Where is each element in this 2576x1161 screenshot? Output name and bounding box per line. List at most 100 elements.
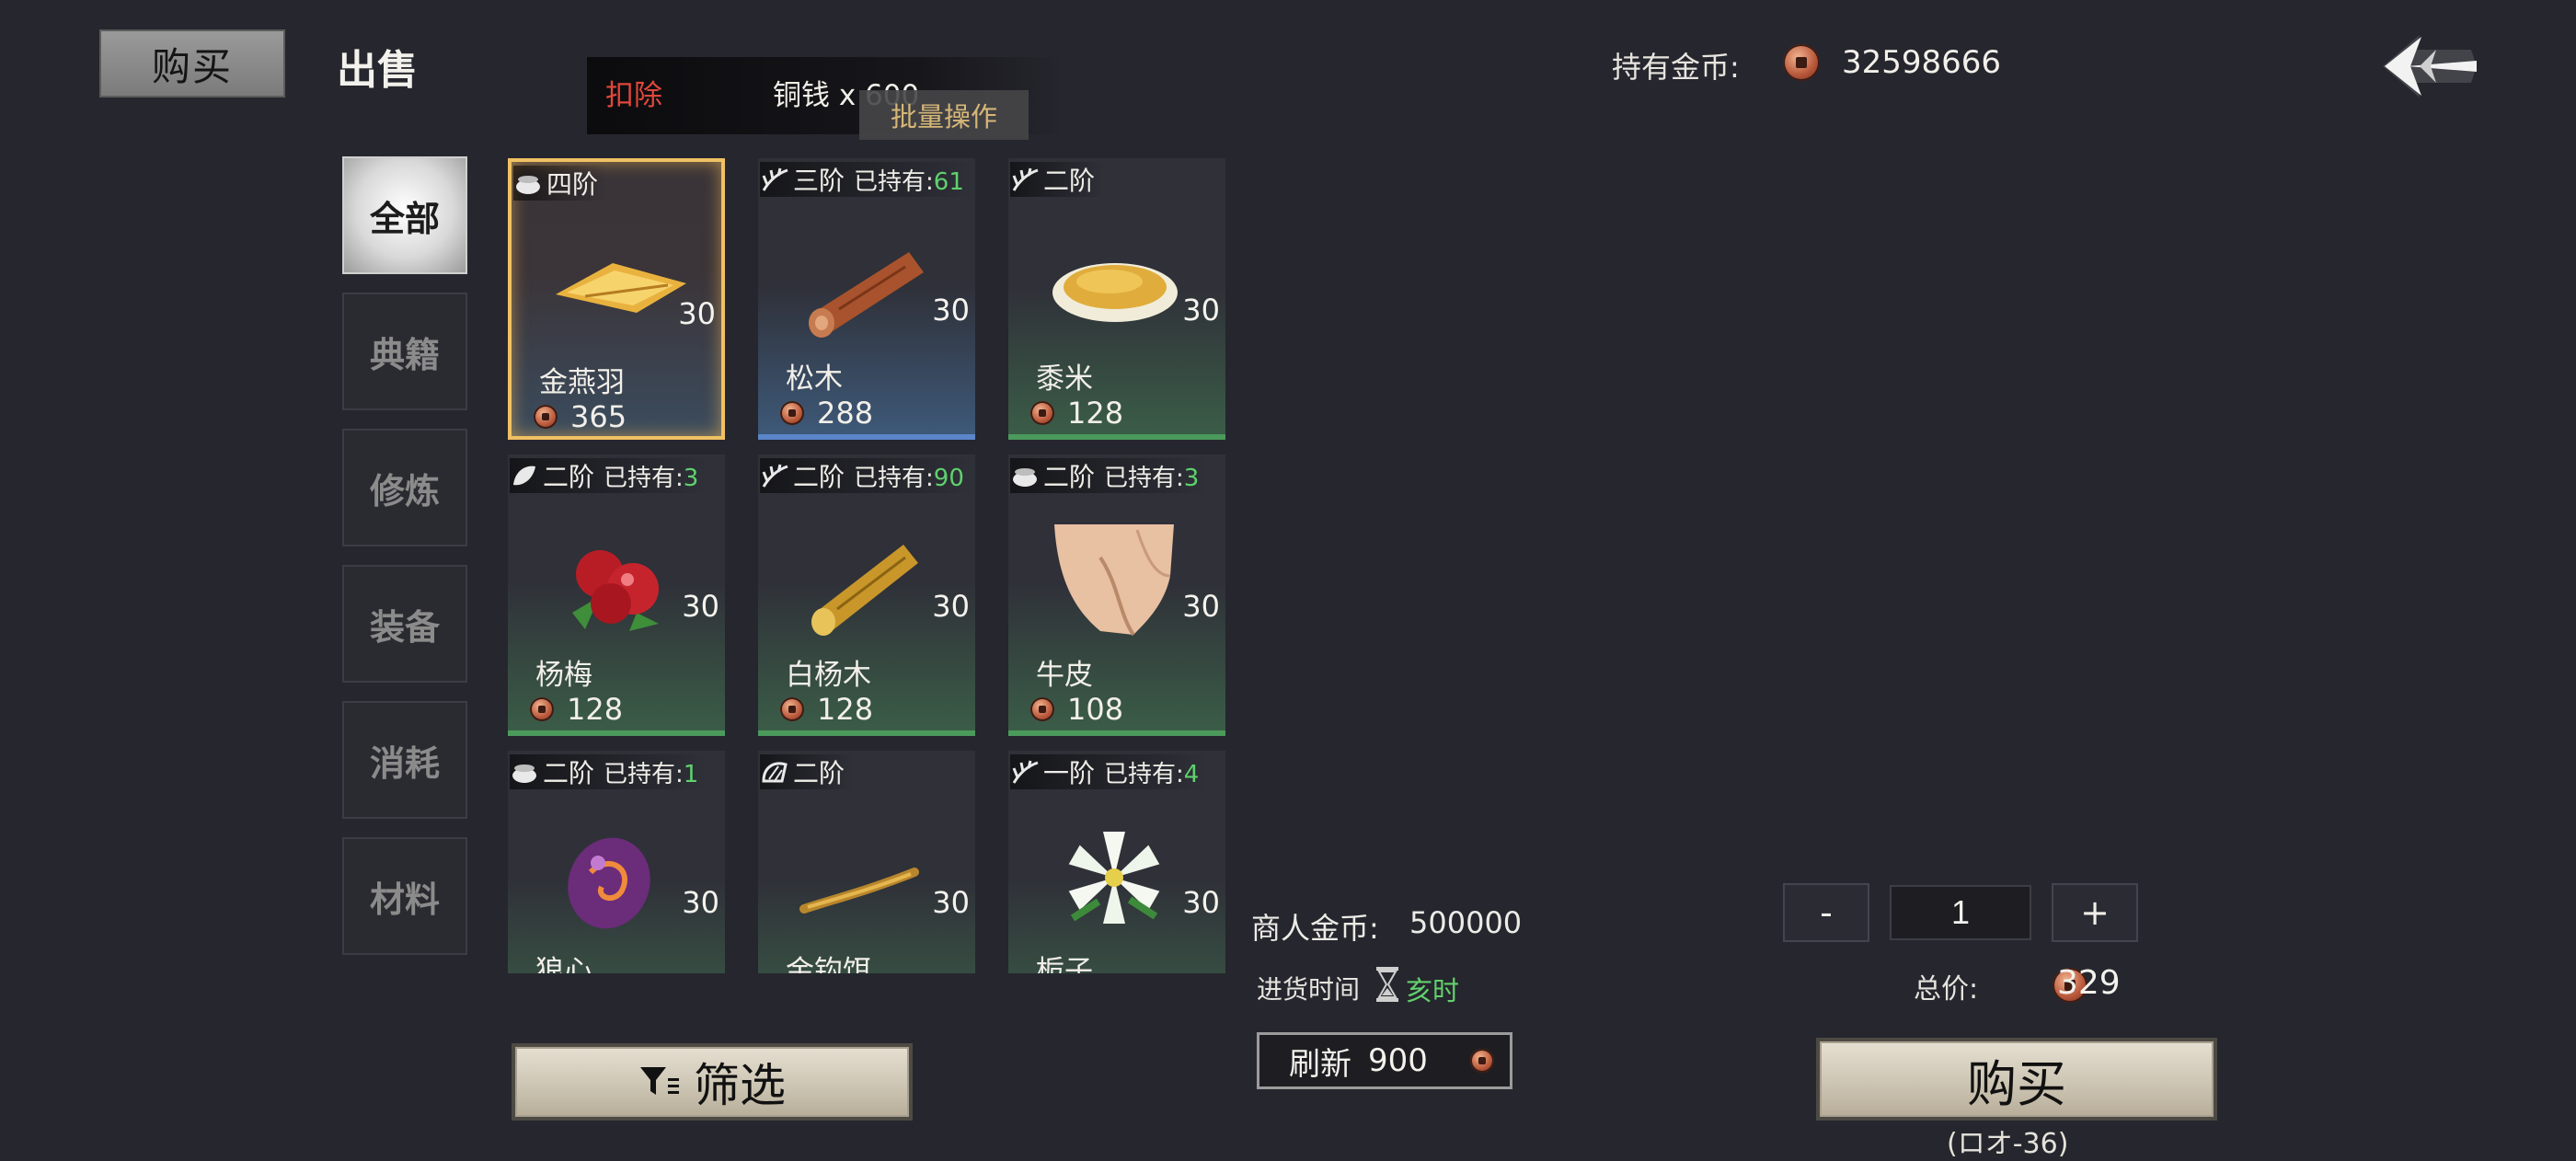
item-quantity: 30 — [1182, 293, 1220, 328]
item-card-gold-feather[interactable]: 四阶 30 金燕羽 365 — [508, 158, 725, 440]
item-quantity: 30 — [1182, 589, 1220, 624]
item-card-bayberry[interactable]: 二阶 已持有:3 30 杨梅 128 — [508, 454, 725, 736]
tab-buy[interactable]: 购买 — [99, 29, 285, 98]
item-name: 松木 — [786, 362, 843, 396]
rarity-bar — [1008, 434, 1225, 440]
tier-label: 二阶 — [543, 462, 595, 492]
held-gold-label: 持有金币: — [1612, 50, 1740, 85]
category-cultivation[interactable]: 修炼 — [342, 429, 467, 546]
owned-count: 1 — [683, 760, 699, 788]
category-all[interactable]: 全部 — [342, 156, 467, 274]
copper-coin-icon — [1469, 1049, 1494, 1073]
tier-label: 三阶 — [793, 166, 845, 196]
refresh-button[interactable]: 刷新 900 — [1257, 1032, 1512, 1089]
owned-text: 已持有: — [1104, 760, 1184, 788]
owned-label: 已持有:90 — [854, 459, 964, 493]
batch-operation-button[interactable]: 批量操作 — [859, 90, 1029, 140]
owned-label: 已持有:1 — [604, 755, 698, 789]
poplar-log-icon — [811, 545, 918, 636]
item-card-golden-hook-bait[interactable]: 二阶 30 金钩饵 — [758, 751, 975, 973]
rarity-bar — [1008, 730, 1225, 736]
hourglass-icon — [1376, 967, 1398, 1002]
item-price-value: 128 — [817, 692, 874, 727]
item-card-poplar-log[interactable]: 二阶 已持有:90 30 白杨木 128 — [758, 454, 975, 736]
owned-label: 已持有:3 — [604, 459, 698, 493]
tier-badge: 二阶 已持有:3 — [510, 458, 708, 493]
gold-feather-icon — [556, 263, 686, 313]
rarity-bar — [508, 730, 725, 736]
item-name: 栀子 — [1036, 955, 1093, 973]
filter-button[interactable]: 筛选 — [512, 1043, 913, 1121]
owned-count: 90 — [933, 464, 964, 492]
grain-icon — [1012, 167, 1039, 191]
copper-coin-icon — [530, 697, 554, 721]
category-equipment[interactable]: 装备 — [342, 565, 467, 683]
item-price: 288 — [780, 396, 873, 431]
tier-label: 四阶 — [546, 169, 599, 200]
tier-badge: 二阶 — [760, 754, 855, 789]
item-price: 128 — [1030, 396, 1123, 431]
grain-icon — [762, 167, 788, 191]
shell-icon — [762, 762, 788, 783]
item-name: 金燕羽 — [539, 366, 625, 399]
filter-label: 筛选 — [694, 1059, 786, 1112]
quantity-input[interactable] — [1890, 885, 2031, 940]
item-quantity: 30 — [932, 589, 970, 624]
owned-label: 已持有:3 — [1104, 459, 1199, 493]
refresh-cost: 900 — [1368, 1042, 1428, 1079]
rarity-bar — [758, 434, 975, 440]
back-arrow-icon[interactable] — [2379, 28, 2480, 105]
tier-label: 二阶 — [793, 758, 845, 788]
tier-label: 二阶 — [1043, 166, 1096, 196]
item-price-value: 108 — [1067, 692, 1124, 727]
tier-label: 一阶 — [1043, 758, 1096, 788]
tier-label: 二阶 — [1043, 462, 1096, 492]
item-card-pine-log[interactable]: 三阶 已持有:61 30 松木 288 — [758, 158, 975, 440]
category-consumables[interactable]: 消耗 — [342, 701, 467, 819]
owned-text: 已持有: — [854, 167, 934, 196]
item-grid: 四阶 30 金燕羽 365 三阶 已持有:61 30 松木 288 二阶 30 … — [508, 158, 1233, 973]
item-price-value: 365 — [570, 399, 627, 434]
owned-text: 已持有: — [1104, 464, 1184, 492]
copper-coin-icon — [1030, 697, 1054, 721]
item-price: 128 — [530, 692, 623, 727]
category-materials[interactable]: 材料 — [342, 837, 467, 955]
bowl-icon — [512, 764, 536, 783]
bayberry-icon — [572, 550, 659, 631]
tier-badge: 二阶 — [1010, 162, 1105, 197]
tier-label: 二阶 — [793, 462, 845, 492]
category-books[interactable]: 典籍 — [342, 293, 467, 410]
buy-button[interactable]: 购买 — [1816, 1038, 2217, 1121]
held-gold-value: 32598666 — [1842, 44, 2002, 81]
restock-time-label: 进货时间 — [1257, 974, 1361, 1005]
tab-sell[interactable]: 出售 — [337, 37, 418, 96]
grain-icon — [762, 464, 788, 488]
wolf-heart-icon — [568, 837, 650, 929]
tier-badge: 三阶 已持有:61 — [760, 162, 973, 197]
filter-icon — [640, 1067, 679, 1095]
total-price-value: 329 — [2057, 964, 2121, 1002]
merchant-gold-label: 商人金币: — [1251, 911, 1379, 946]
merchant-gold-value: 500000 — [1409, 905, 1523, 940]
bowl-icon — [516, 176, 540, 194]
quantity-minus-button[interactable]: - — [1783, 883, 1869, 942]
item-quantity: 30 — [1182, 885, 1220, 920]
item-price-value: 128 — [1067, 396, 1124, 431]
item-name: 黍米 — [1036, 362, 1093, 396]
copper-coin-icon — [780, 697, 804, 721]
quantity-plus-button[interactable]: + — [2052, 883, 2138, 942]
item-price: 365 — [534, 399, 627, 434]
item-card-millet[interactable]: 二阶 30 黍米 128 — [1008, 158, 1225, 440]
item-card-cowhide[interactable]: 二阶 已持有:3 30 牛皮 108 — [1008, 454, 1225, 736]
tier-badge: 一阶 已持有:4 — [1010, 754, 1209, 789]
copper-coin-icon — [1030, 401, 1054, 425]
item-price: 108 — [1030, 692, 1123, 727]
tier-badge: 四阶 — [513, 166, 608, 201]
item-card-gardenia[interactable]: 一阶 已持有:4 30 栀子 — [1008, 751, 1225, 973]
item-card-wolf-heart[interactable]: 二阶 已持有:1 30 狼心 — [508, 751, 725, 973]
tier-badge: 二阶 已持有:90 — [760, 458, 973, 493]
item-quantity: 30 — [682, 885, 719, 920]
tier-label: 二阶 — [543, 758, 595, 788]
copper-coin-icon — [780, 401, 804, 425]
tier-badge: 二阶 已持有:3 — [1010, 458, 1209, 493]
